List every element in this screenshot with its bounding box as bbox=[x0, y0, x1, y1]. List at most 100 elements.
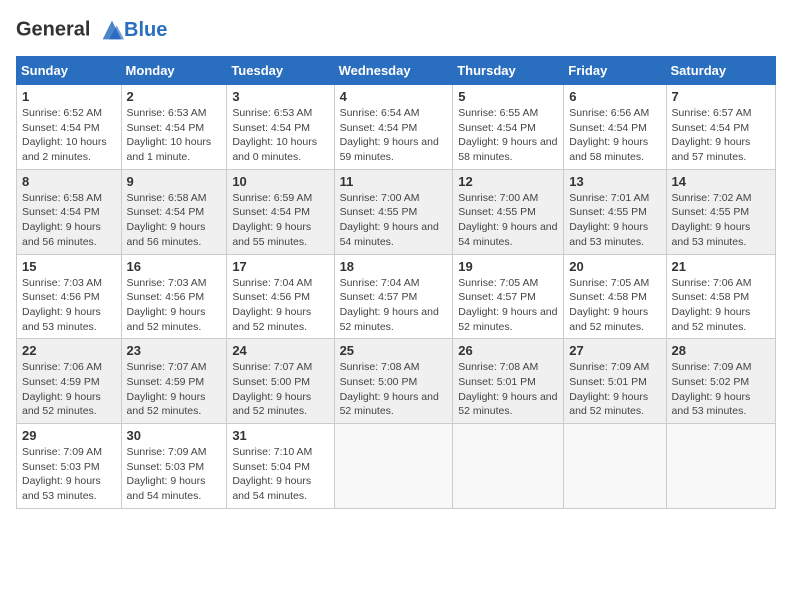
day-info: Sunrise: 7:06 AMSunset: 4:59 PMDaylight:… bbox=[22, 360, 116, 419]
day-info: Sunrise: 6:59 AMSunset: 4:54 PMDaylight:… bbox=[232, 191, 328, 250]
day-number: 25 bbox=[340, 343, 448, 358]
day-number: 26 bbox=[458, 343, 558, 358]
calendar-cell: 6 Sunrise: 6:56 AMSunset: 4:54 PMDaylight… bbox=[564, 85, 666, 170]
calendar-cell: 15 Sunrise: 7:03 AMSunset: 4:56 PMDayligh… bbox=[17, 254, 122, 339]
logo-text-blue: Blue bbox=[124, 19, 167, 42]
day-info: Sunrise: 7:05 AMSunset: 4:57 PMDaylight:… bbox=[458, 276, 558, 335]
day-info: Sunrise: 7:09 AMSunset: 5:01 PMDaylight:… bbox=[569, 360, 660, 419]
calendar-week-5: 29Sunrise: 7:09 AMSunset: 5:03 PMDayligh… bbox=[17, 424, 776, 509]
day-number: 5 bbox=[458, 89, 558, 104]
calendar-cell: 31 Sunrise: 7:10 AMSunset: 5:04 PMDayligh… bbox=[227, 424, 334, 509]
calendar-cell bbox=[453, 424, 564, 509]
day-info: Sunrise: 6:54 AMSunset: 4:54 PMDaylight:… bbox=[340, 106, 448, 165]
calendar-week-2: 8 Sunrise: 6:58 AMSunset: 4:54 PMDaylight… bbox=[17, 169, 776, 254]
calendar-cell: 23 Sunrise: 7:07 AMSunset: 4:59 PMDayligh… bbox=[121, 339, 227, 424]
calendar-cell: 12 Sunrise: 7:00 AMSunset: 4:55 PMDayligh… bbox=[453, 169, 564, 254]
calendar-cell: 26 Sunrise: 7:08 AMSunset: 5:01 PMDayligh… bbox=[453, 339, 564, 424]
day-info: Sunrise: 7:05 AMSunset: 4:58 PMDaylight:… bbox=[569, 276, 660, 335]
header-day-tuesday: Tuesday bbox=[227, 57, 334, 85]
header-day-thursday: Thursday bbox=[453, 57, 564, 85]
day-number: 18 bbox=[340, 259, 448, 274]
day-info: Sunrise: 7:00 AMSunset: 4:55 PMDaylight:… bbox=[458, 191, 558, 250]
header-day-friday: Friday bbox=[564, 57, 666, 85]
calendar-cell: 9Sunrise: 6:58 AMSunset: 4:54 PMDaylight… bbox=[121, 169, 227, 254]
calendar-cell: 10 Sunrise: 6:59 AMSunset: 4:54 PMDayligh… bbox=[227, 169, 334, 254]
day-info: Sunrise: 6:56 AMSunset: 4:54 PMDaylight:… bbox=[569, 106, 660, 165]
day-info: Sunrise: 7:03 AMSunset: 4:56 PMDaylight:… bbox=[22, 276, 116, 335]
day-number: 4 bbox=[340, 89, 448, 104]
header-day-saturday: Saturday bbox=[666, 57, 775, 85]
day-info: Sunrise: 7:08 AMSunset: 5:01 PMDaylight:… bbox=[458, 360, 558, 419]
calendar-cell bbox=[564, 424, 666, 509]
calendar-cell: 18 Sunrise: 7:04 AMSunset: 4:57 PMDayligh… bbox=[334, 254, 453, 339]
day-info: Sunrise: 7:09 AMSunset: 5:03 PMDaylight:… bbox=[127, 445, 222, 504]
day-number: 30 bbox=[127, 428, 222, 443]
calendar-cell: 25 Sunrise: 7:08 AMSunset: 5:00 PMDayligh… bbox=[334, 339, 453, 424]
calendar-table: SundayMondayTuesdayWednesdayThursdayFrid… bbox=[16, 56, 776, 509]
logo-text-general: General bbox=[16, 18, 90, 40]
day-number: 31 bbox=[232, 428, 328, 443]
day-info: Sunrise: 6:53 AMSunset: 4:54 PMDaylight:… bbox=[127, 106, 222, 165]
calendar-cell: 14 Sunrise: 7:02 AMSunset: 4:55 PMDayligh… bbox=[666, 169, 775, 254]
day-number: 12 bbox=[458, 174, 558, 189]
day-info: Sunrise: 7:09 AMSunset: 5:03 PMDaylight:… bbox=[22, 445, 116, 504]
calendar-cell: 24Sunrise: 7:07 AMSunset: 5:00 PMDayligh… bbox=[227, 339, 334, 424]
calendar-header-row: SundayMondayTuesdayWednesdayThursdayFrid… bbox=[17, 57, 776, 85]
day-info: Sunrise: 7:08 AMSunset: 5:00 PMDaylight:… bbox=[340, 360, 448, 419]
day-info: Sunrise: 7:07 AMSunset: 4:59 PMDaylight:… bbox=[127, 360, 222, 419]
calendar-cell: 30 Sunrise: 7:09 AMSunset: 5:03 PMDayligh… bbox=[121, 424, 227, 509]
calendar-cell: 27Sunrise: 7:09 AMSunset: 5:01 PMDayligh… bbox=[564, 339, 666, 424]
day-number: 10 bbox=[232, 174, 328, 189]
day-info: Sunrise: 6:55 AMSunset: 4:54 PMDaylight:… bbox=[458, 106, 558, 165]
logo: General Blue bbox=[16, 16, 167, 44]
calendar-cell: 17Sunrise: 7:04 AMSunset: 4:56 PMDayligh… bbox=[227, 254, 334, 339]
calendar-cell bbox=[334, 424, 453, 509]
day-number: 15 bbox=[22, 259, 116, 274]
day-info: Sunrise: 6:58 AMSunset: 4:54 PMDaylight:… bbox=[22, 191, 116, 250]
day-number: 11 bbox=[340, 174, 448, 189]
calendar-cell: 13 Sunrise: 7:01 AMSunset: 4:55 PMDayligh… bbox=[564, 169, 666, 254]
calendar-body: 1Sunrise: 6:52 AMSunset: 4:54 PMDaylight… bbox=[17, 85, 776, 509]
day-info: Sunrise: 6:53 AMSunset: 4:54 PMDaylight:… bbox=[232, 106, 328, 165]
day-info: Sunrise: 7:01 AMSunset: 4:55 PMDaylight:… bbox=[569, 191, 660, 250]
page-header: General Blue bbox=[16, 16, 776, 44]
day-number: 3 bbox=[232, 89, 328, 104]
day-number: 1 bbox=[22, 89, 116, 104]
day-number: 8 bbox=[22, 174, 116, 189]
day-number: 23 bbox=[127, 343, 222, 358]
calendar-cell: 22 Sunrise: 7:06 AMSunset: 4:59 PMDayligh… bbox=[17, 339, 122, 424]
header-day-sunday: Sunday bbox=[17, 57, 122, 85]
calendar-week-1: 1Sunrise: 6:52 AMSunset: 4:54 PMDaylight… bbox=[17, 85, 776, 170]
header-day-monday: Monday bbox=[121, 57, 227, 85]
calendar-cell: 4 Sunrise: 6:54 AMSunset: 4:54 PMDaylight… bbox=[334, 85, 453, 170]
day-info: Sunrise: 7:10 AMSunset: 5:04 PMDaylight:… bbox=[232, 445, 328, 504]
day-info: Sunrise: 7:00 AMSunset: 4:55 PMDaylight:… bbox=[340, 191, 448, 250]
day-number: 13 bbox=[569, 174, 660, 189]
calendar-week-4: 22 Sunrise: 7:06 AMSunset: 4:59 PMDayligh… bbox=[17, 339, 776, 424]
day-info: Sunrise: 7:02 AMSunset: 4:55 PMDaylight:… bbox=[672, 191, 770, 250]
day-info: Sunrise: 7:04 AMSunset: 4:57 PMDaylight:… bbox=[340, 276, 448, 335]
calendar-cell bbox=[666, 424, 775, 509]
calendar-cell: 1Sunrise: 6:52 AMSunset: 4:54 PMDaylight… bbox=[17, 85, 122, 170]
calendar-cell: 5 Sunrise: 6:55 AMSunset: 4:54 PMDaylight… bbox=[453, 85, 564, 170]
day-number: 20 bbox=[569, 259, 660, 274]
calendar-cell: 19 Sunrise: 7:05 AMSunset: 4:57 PMDayligh… bbox=[453, 254, 564, 339]
logo-icon bbox=[98, 16, 126, 44]
header-day-wednesday: Wednesday bbox=[334, 57, 453, 85]
day-number: 14 bbox=[672, 174, 770, 189]
day-number: 22 bbox=[22, 343, 116, 358]
day-number: 21 bbox=[672, 259, 770, 274]
day-number: 2 bbox=[127, 89, 222, 104]
calendar-cell: 28 Sunrise: 7:09 AMSunset: 5:02 PMDayligh… bbox=[666, 339, 775, 424]
calendar-cell: 7Sunrise: 6:57 AMSunset: 4:54 PMDaylight… bbox=[666, 85, 775, 170]
day-number: 19 bbox=[458, 259, 558, 274]
calendar-week-3: 15 Sunrise: 7:03 AMSunset: 4:56 PMDayligh… bbox=[17, 254, 776, 339]
day-number: 28 bbox=[672, 343, 770, 358]
day-number: 7 bbox=[672, 89, 770, 104]
day-info: Sunrise: 7:03 AMSunset: 4:56 PMDaylight:… bbox=[127, 276, 222, 335]
day-number: 9 bbox=[127, 174, 222, 189]
day-number: 16 bbox=[127, 259, 222, 274]
calendar-cell: 2 Sunrise: 6:53 AMSunset: 4:54 PMDaylight… bbox=[121, 85, 227, 170]
day-info: Sunrise: 7:09 AMSunset: 5:02 PMDaylight:… bbox=[672, 360, 770, 419]
day-number: 6 bbox=[569, 89, 660, 104]
